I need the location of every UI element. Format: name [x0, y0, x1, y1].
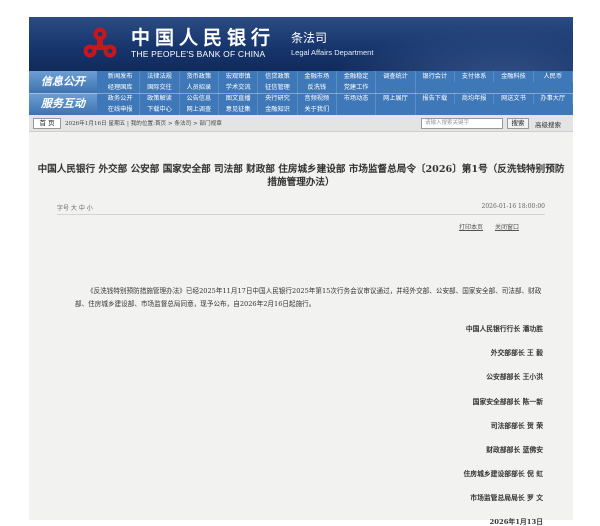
- close-window-link[interactable]: 关闭窗口: [495, 224, 519, 231]
- bank-name-en: THE PEOPLE'S BANK OF CHINA: [131, 49, 266, 59]
- nav-item[interactable]: 音频视频: [298, 93, 337, 104]
- nav-item[interactable]: 人民币: [534, 71, 573, 82]
- nav-item[interactable]: 市场动态: [337, 93, 377, 104]
- nav-item[interactable]: 网送文书: [494, 93, 534, 104]
- nav-item[interactable]: 货币政策: [180, 71, 219, 82]
- header-decoration: [293, 17, 573, 71]
- nav-row-service: 政务公开 政策解读 公告信息 图文直播 央行研究 音频视频 市场动态 网上展厅 报告下载 商均年报…: [101, 93, 573, 115]
- site-header: 中国人民银行 THE PEOPLE'S BANK OF CHINA 条法司 Le…: [29, 17, 573, 71]
- article-tools: 打印本页 关闭窗口: [449, 222, 519, 231]
- signature-date: 2026年1月13日: [489, 518, 544, 526]
- pboc-logo-icon: [83, 27, 117, 58]
- nav-item[interactable]: 人员招录: [180, 82, 219, 93]
- nav-group-service-interaction[interactable]: 服务互动: [29, 93, 97, 115]
- department-name-cn: 条法司: [291, 31, 328, 45]
- nav-item[interactable]: 银行会计: [416, 71, 455, 82]
- signature-line: 财政部部长 蓝佛安: [486, 446, 543, 454]
- nav-item[interactable]: 在线申报: [101, 104, 141, 115]
- nav-row-info: 新闻发布 法律法规 货币政策 宏观审慎 信贷政策 金融市场 金融稳定 调查统计 银行会计 支付体系…: [101, 71, 573, 93]
- nav-item[interactable]: 国际交往: [140, 82, 180, 93]
- nav-group-info-disclosure[interactable]: 信息公开: [29, 71, 97, 93]
- nav-item[interactable]: 金融市场: [298, 71, 337, 82]
- signature-line: 司法部部长 贺 荣: [490, 422, 543, 430]
- nav-item[interactable]: 新闻发布: [101, 71, 141, 82]
- nav-item[interactable]: 报告下载: [416, 93, 455, 104]
- nav-item[interactable]: 党建工作: [337, 82, 377, 93]
- nav-item[interactable]: 央行研究: [258, 93, 298, 104]
- nav-item[interactable]: 公告信息: [180, 93, 219, 104]
- signature-line: 外交部部长 王 毅: [490, 349, 543, 357]
- home-button[interactable]: 首 页: [33, 118, 61, 129]
- nav-item[interactable]: 下载中心: [140, 104, 180, 115]
- nav-item[interactable]: 宏观审慎: [219, 71, 259, 82]
- nav-item[interactable]: 图文直播: [219, 93, 259, 104]
- nav-item: [376, 104, 416, 115]
- nav-item[interactable]: 商均年报: [455, 93, 495, 104]
- advanced-search-link[interactable]: 高级搜索: [535, 119, 561, 129]
- nav-item[interactable]: 政策解读: [140, 93, 180, 104]
- signature-line: 市场监管总局局长 罗 文: [470, 494, 543, 502]
- breadcrumb-bar: 首 页 2026年1月16日 星期五 | 我的位置:首页 > 条法司 > 部门规…: [29, 115, 573, 132]
- main-nav: 信息公开 服务互动 新闻发布 法律法规 货币政策 宏观审慎 信贷政策 金融市场 金融稳定 调查…: [29, 71, 573, 115]
- nav-item[interactable]: 办事大厅: [534, 93, 573, 104]
- bank-name-cn: 中国人民银行: [131, 27, 276, 49]
- nav-item[interactable]: 金融稳定: [337, 71, 377, 82]
- search-input[interactable]: 请输入搜索关键字: [421, 118, 503, 129]
- nav-item[interactable]: 关于我们: [298, 104, 337, 115]
- signature-line: 住房城乡建设部部长 倪 虹: [463, 470, 544, 478]
- nav-item[interactable]: 政务公开: [101, 93, 141, 104]
- signature-line: 国家安全部部长 陈一新: [472, 398, 543, 406]
- nav-item[interactable]: 征信管理: [258, 82, 298, 93]
- page-frame: 中国人民银行 THE PEOPLE'S BANK OF CHINA 条法司 Le…: [29, 17, 573, 526]
- nav-item[interactable]: 意见征集: [219, 104, 259, 115]
- print-link[interactable]: 打印本页: [459, 224, 483, 231]
- font-size-selector[interactable]: 字号 大 中 小: [57, 203, 93, 212]
- nav-item[interactable]: 反洗钱: [298, 82, 337, 93]
- nav-item[interactable]: 网上调查: [180, 104, 219, 115]
- nav-item: [376, 82, 416, 93]
- signature-line: 中国人民银行行长 潘功胜: [465, 325, 543, 333]
- nav-item[interactable]: 学术交流: [219, 82, 259, 93]
- signature-line: 公安部部长 王小洪: [486, 373, 543, 381]
- search-button[interactable]: 搜索: [507, 118, 529, 129]
- article-body: 《反洗钱特别预防措施管理办法》已经2025年11月17日中国人民银行2025年第…: [75, 287, 542, 308]
- nav-item[interactable]: 法律法规: [140, 71, 180, 82]
- nav-item: [337, 104, 377, 115]
- department-name-en: Legal Affairs Department: [291, 48, 374, 57]
- nav-item[interactable]: 网上展厅: [376, 93, 416, 104]
- page-title: 中国人民银行 外交部 公安部 国家安全部 司法部 财政部 住房城乡建设部 市场监…: [37, 164, 565, 188]
- publish-date: 2026-01-16 18:00:00: [481, 203, 545, 210]
- nav-item[interactable]: 金融科技: [494, 71, 534, 82]
- nav-item[interactable]: 经理国库: [101, 82, 141, 93]
- nav-item[interactable]: 金融知识: [258, 104, 298, 115]
- article-meta: 字号 大 中 小 2026-01-16 18:00:00: [57, 203, 545, 215]
- nav-item[interactable]: 信贷政策: [258, 71, 298, 82]
- nav-item[interactable]: 调查统计: [376, 71, 416, 82]
- breadcrumb: 2026年1月16日 星期五 | 我的位置:首页 > 条法司 > 部门规章: [65, 121, 222, 127]
- nav-item[interactable]: 支付体系: [455, 71, 495, 82]
